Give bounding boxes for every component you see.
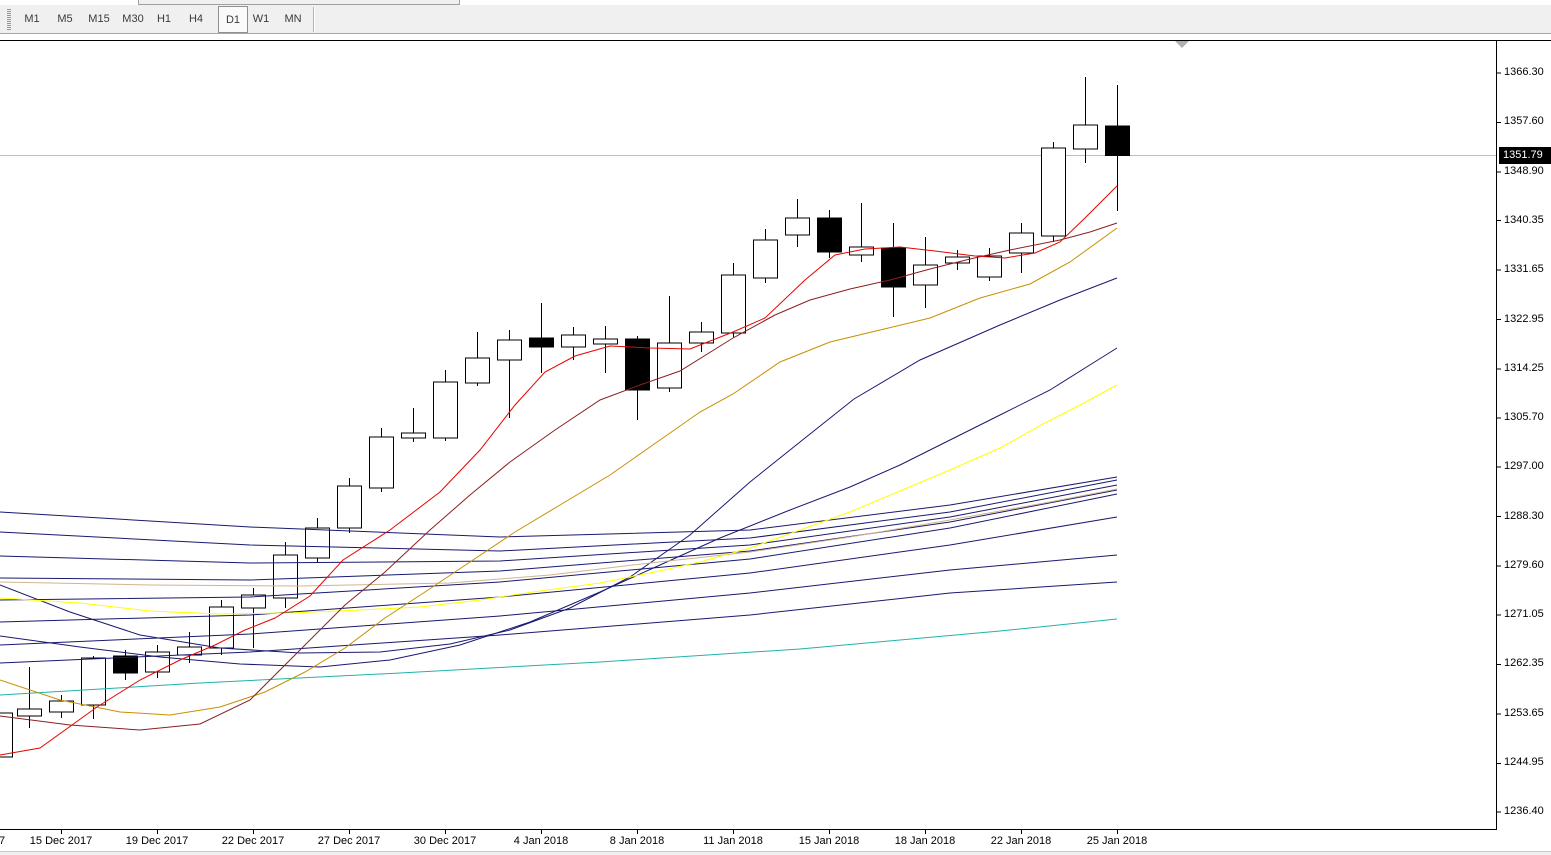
ema-tan-line: [0, 489, 1117, 586]
date-tick-label: 11 Jan 2018: [703, 835, 763, 847]
candle: [466, 332, 490, 386]
ema-mid-a-line: [0, 278, 1117, 653]
date-tick-label: 4 Jan 2018: [514, 835, 568, 847]
mt4-chart-window: M1M5M15M30H1H4D1W1MN 1366.301357.601348.…: [0, 0, 1551, 855]
price-tick-label: 1357.60: [1504, 115, 1544, 127]
date-tick-label: 22 Dec 2017: [222, 835, 284, 847]
ema-fan-5-line: [0, 494, 1117, 600]
candle: [562, 327, 586, 360]
candle-body-bull: [978, 256, 1002, 277]
date-tick-label: 15 Jan 2018: [799, 835, 860, 847]
candle-body-bull: [82, 658, 106, 705]
candle: [370, 428, 394, 492]
current-price-label: 1351.79: [1499, 147, 1551, 164]
candle-body-bear: [818, 218, 842, 252]
price-tick-label: 1262.35: [1504, 657, 1544, 669]
candle-body-bull: [274, 555, 298, 598]
chart-canvas[interactable]: [0, 0, 1551, 855]
date-tick-label: 15 Dec 2017: [30, 835, 92, 847]
candle-body-bull: [50, 701, 74, 712]
price-tick-label: 1322.95: [1504, 313, 1544, 325]
date-tick-label: 19 Dec 2017: [126, 835, 188, 847]
chart-shift-marker-icon[interactable]: [1175, 41, 1189, 48]
candle-body-bull: [594, 339, 618, 344]
price-tick-label: 1340.35: [1504, 214, 1544, 226]
candle: [786, 199, 810, 247]
price-tick-label: 1348.90: [1504, 165, 1544, 177]
candle: [1106, 85, 1130, 211]
ema-fan-7-line: [0, 555, 1117, 645]
window-bottom-edge: [0, 851, 1551, 855]
candle: [434, 370, 458, 441]
candle: [50, 695, 74, 718]
price-tick-label: 1297.00: [1504, 460, 1544, 472]
candle: [338, 478, 362, 533]
candle: [274, 542, 298, 608]
candle-body-bull: [0, 713, 13, 757]
candle: [0, 713, 13, 757]
candle-body-bull: [498, 340, 522, 360]
candle-body-bull: [1042, 148, 1066, 236]
price-tick-label: 1305.70: [1504, 411, 1544, 423]
ema-goldenrod-line: [0, 228, 1117, 715]
candle: [626, 336, 650, 420]
candle: [1042, 142, 1066, 242]
candle: [882, 223, 906, 317]
date-tick-label: 7: [0, 835, 5, 847]
candle-body-bull: [306, 528, 330, 558]
candle: [402, 408, 426, 442]
ema-fan-8-line: [0, 582, 1117, 663]
ema-fan-6-line: [0, 517, 1117, 622]
candle: [146, 645, 170, 678]
ema-fan-3-line: [0, 485, 1117, 563]
ema-fan-2-line: [0, 480, 1117, 551]
candle-body-bear: [530, 338, 554, 347]
candle-body-bull: [146, 652, 170, 672]
date-tick-label: 27 Dec 2017: [318, 835, 380, 847]
price-tick-label: 1271.05: [1504, 608, 1544, 620]
price-tick-label: 1366.30: [1504, 66, 1544, 78]
candle: [114, 650, 138, 680]
candle: [754, 229, 778, 283]
price-tick-label: 1236.40: [1504, 805, 1544, 817]
candle: [1074, 77, 1098, 163]
candle-body-bull: [434, 382, 458, 438]
candle-body-bull: [466, 358, 490, 383]
date-tick-label: 8 Jan 2018: [610, 835, 664, 847]
price-tick-label: 1279.60: [1504, 559, 1544, 571]
date-tick-label: 22 Jan 2018: [991, 835, 1052, 847]
candle: [530, 303, 554, 373]
candle-body-bull: [1010, 233, 1034, 253]
price-tick-label: 1314.25: [1504, 362, 1544, 374]
candle: [722, 263, 746, 337]
date-tick-label: 25 Jan 2018: [1087, 835, 1148, 847]
candle-body-bull: [370, 437, 394, 488]
date-tick-label: 18 Jan 2018: [895, 835, 956, 847]
time-axis[interactable]: 7 15 Dec 2017 19 Dec 2017 22 Dec 2017 27 Dec…: [0, 831, 1497, 851]
ema-mid-b-line: [0, 348, 1117, 667]
candle-body-bear: [114, 656, 138, 673]
candle-body-bull: [18, 709, 42, 716]
candle: [306, 518, 330, 562]
candle: [498, 330, 522, 418]
candle-body-bull: [402, 433, 426, 438]
candle-body-bull: [1074, 125, 1098, 149]
candle-body-bull: [338, 486, 362, 528]
candle-body-bear: [1106, 126, 1130, 156]
price-tick-label: 1331.65: [1504, 263, 1544, 275]
candle: [818, 210, 842, 258]
candle-body-bull: [722, 275, 746, 333]
candle: [850, 203, 874, 262]
candle-body-bull: [562, 335, 586, 347]
candle-body-bull: [658, 343, 682, 388]
price-tick-label: 1244.95: [1504, 756, 1544, 768]
candle-body-bull: [786, 218, 810, 235]
price-tick-label: 1288.30: [1504, 510, 1544, 522]
candle-body-bull: [754, 240, 778, 278]
date-tick-label: 30 Dec 2017: [414, 835, 476, 847]
price-tick-label: 1253.65: [1504, 707, 1544, 719]
